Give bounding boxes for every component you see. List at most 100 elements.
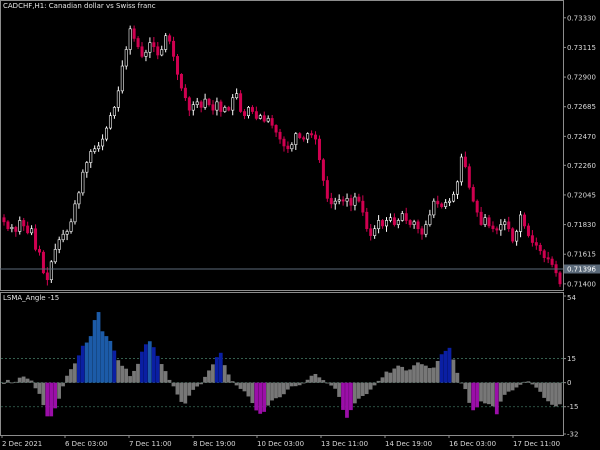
candle-bear <box>511 228 515 242</box>
candle-bull <box>128 28 132 50</box>
candle-bear <box>34 228 38 250</box>
indicator-bar <box>218 352 223 383</box>
indicator-bar <box>132 370 136 383</box>
indicator-bar <box>262 382 267 412</box>
indicator-bar <box>140 351 144 383</box>
candle-bull <box>160 49 164 56</box>
candle-bear <box>187 97 191 111</box>
indicator-bar <box>143 344 148 383</box>
indicator-bar <box>558 382 562 405</box>
candle-bear <box>381 220 385 227</box>
candle-bear <box>317 138 321 161</box>
candle-bull <box>455 181 459 195</box>
indicator-bar <box>329 382 334 386</box>
candle-bull <box>144 51 148 57</box>
indicator-bar <box>96 312 101 383</box>
indicator-bar <box>278 382 282 398</box>
indicator-bar <box>518 382 523 385</box>
indicator-bar <box>41 382 46 406</box>
candle-bull <box>112 107 116 116</box>
price-tick-label: 0.72045 <box>567 191 596 199</box>
indicator-bar <box>550 382 554 405</box>
indicator-bar <box>510 382 515 391</box>
indicator-tick-label: -32 <box>567 431 578 439</box>
candle-bull <box>10 227 14 230</box>
candle-bull <box>93 148 97 152</box>
candle-bull <box>428 214 432 225</box>
candle-bear <box>41 251 45 274</box>
indicator-bar <box>333 382 338 389</box>
candle-bull <box>73 203 77 223</box>
indicator-bar <box>2 382 6 384</box>
candle-bear <box>495 228 499 231</box>
candle-bear <box>179 74 183 89</box>
candle-bear <box>325 180 329 199</box>
price-tick-label: 0.71615 <box>567 251 596 259</box>
candle-bull <box>30 228 34 234</box>
indicator-bar <box>317 377 322 383</box>
candle-bear <box>274 125 278 133</box>
candle-bear <box>436 200 440 205</box>
indicator-bar <box>416 362 420 383</box>
indicator-bar <box>345 382 349 418</box>
candle-bull <box>223 107 227 112</box>
indicator-bar <box>455 372 460 383</box>
candle-bull <box>65 231 69 235</box>
indicator-bar <box>167 379 172 383</box>
indicator-bar <box>420 364 424 383</box>
candle-bear <box>558 272 562 285</box>
candle-bear <box>463 156 467 167</box>
indicator-bar <box>423 365 428 383</box>
indicator-bar <box>195 382 199 387</box>
candle-bull <box>444 202 448 207</box>
candle-bear <box>219 101 223 112</box>
indicator-bar <box>443 350 448 383</box>
candle-bull <box>164 35 168 50</box>
candle-bear <box>408 220 412 225</box>
indicator-bar <box>163 371 168 383</box>
candle-bear <box>550 258 554 265</box>
candle-bull <box>306 133 310 140</box>
indicator-bar <box>92 320 97 383</box>
price-tick-label: 0.71400 <box>567 280 596 288</box>
candle-bull <box>519 214 523 232</box>
indicator-bar <box>179 382 184 402</box>
indicator-bar <box>530 382 535 385</box>
candle-bull <box>77 192 81 205</box>
indicator-bar <box>514 382 519 388</box>
candle-bear <box>286 145 290 150</box>
indicator-bar <box>408 369 412 383</box>
candle-bear <box>227 107 231 111</box>
candle-bear <box>254 111 258 119</box>
time-tick-label: 2 Dec 2021 <box>2 440 42 448</box>
candle-bear <box>361 200 365 213</box>
candle-bull <box>515 231 519 242</box>
candle-bear <box>211 104 215 111</box>
indicator-bar <box>404 370 408 383</box>
indicator-bar <box>45 382 50 417</box>
indicator-bar <box>538 382 543 392</box>
indicator-bar <box>313 373 318 383</box>
indicator-bar <box>388 372 393 383</box>
candle-bear <box>278 131 282 140</box>
candle-bear <box>14 227 18 232</box>
time-tick-label: 16 Dec 03:00 <box>449 440 496 448</box>
chart-canvas[interactable]: CADCHF,H1: Canadian dollar vs Swiss fran… <box>0 0 600 450</box>
candle-bear <box>526 225 530 236</box>
indicator-bar <box>483 382 487 404</box>
indicator-bar <box>376 380 381 383</box>
candle-bull <box>124 49 128 67</box>
candle-bear <box>475 200 479 213</box>
indicator-bar <box>88 336 93 383</box>
candle-bear <box>152 42 156 48</box>
candle-bull <box>412 221 416 225</box>
indicator-bar <box>266 382 270 406</box>
candle-bull <box>459 156 463 183</box>
candle-bear <box>534 242 538 246</box>
candle-bear <box>37 249 41 253</box>
indicator-bar <box>479 382 483 402</box>
indicator-bar <box>490 382 495 407</box>
candle-bull <box>120 65 124 92</box>
indicator-bar <box>475 382 479 408</box>
candle-bull <box>116 90 120 108</box>
